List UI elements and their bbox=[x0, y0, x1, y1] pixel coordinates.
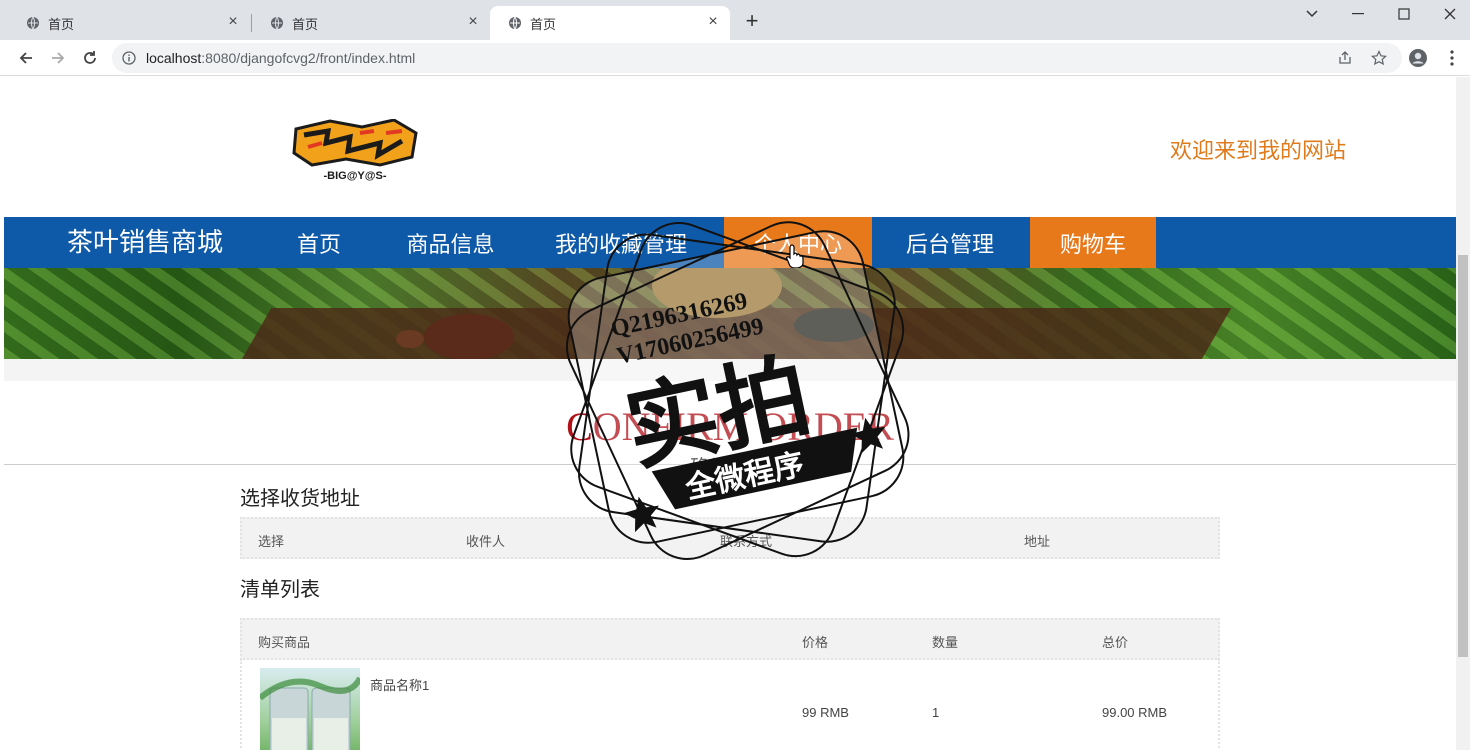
page-subtitle: 确认订单 bbox=[690, 457, 770, 479]
col-quantity: 数量 bbox=[932, 635, 959, 650]
product-price: 99 RMB bbox=[802, 705, 849, 720]
tea-banner-image bbox=[4, 268, 1456, 359]
nav-item-home[interactable]: 首页 bbox=[274, 217, 364, 268]
address-section-title: 选择收货地址 bbox=[240, 488, 360, 510]
order-table-header: 购买商品 价格 数量 总价 bbox=[240, 618, 1220, 660]
col-select: 选择 bbox=[258, 534, 285, 549]
back-icon[interactable] bbox=[14, 46, 38, 70]
col-price: 价格 bbox=[802, 635, 829, 650]
welcome-text: 欢迎来到我的网站 bbox=[1170, 138, 1347, 163]
hand-cursor-icon bbox=[786, 244, 804, 268]
menu-kebab-icon[interactable] bbox=[1440, 46, 1464, 70]
reload-icon[interactable] bbox=[78, 46, 102, 70]
product-name[interactable]: 商品名称1 bbox=[370, 675, 429, 694]
minimize-icon[interactable] bbox=[1335, 0, 1381, 28]
nav-item-cart[interactable]: 购物车 bbox=[1030, 217, 1156, 268]
browser-tab-1[interactable]: 首页 × bbox=[8, 6, 250, 40]
title-divider bbox=[4, 464, 1456, 465]
close-tab-icon[interactable]: × bbox=[226, 14, 240, 30]
product-total: 99.00 RMB bbox=[1102, 705, 1168, 720]
tab-search-icon[interactable] bbox=[1289, 0, 1335, 28]
nav-item-products[interactable]: 商品信息 bbox=[388, 217, 513, 268]
share-icon[interactable] bbox=[1338, 51, 1352, 65]
close-window-icon[interactable] bbox=[1427, 0, 1470, 28]
new-tab-icon[interactable]: + bbox=[742, 10, 762, 32]
teapot-shape bbox=[424, 314, 514, 359]
url-text: localhost:8080/djangofcvg2/front/index.h… bbox=[146, 50, 416, 66]
browser-tab-3[interactable]: 首页 × bbox=[490, 6, 730, 40]
page-content: -BIG@Y@S- 欢迎来到我的网站 茶叶销售商城 首页 商品信息 我的收藏管理… bbox=[4, 77, 1456, 750]
teacup-shape bbox=[396, 330, 424, 348]
banner-divider bbox=[4, 359, 1456, 381]
nav-item-favorites[interactable]: 我的收藏管理 bbox=[536, 217, 706, 268]
globe-icon bbox=[27, 16, 39, 30]
browser-toolbar: localhost:8080/djangofcvg2/front/index.h… bbox=[0, 40, 1470, 76]
close-tab-icon[interactable]: × bbox=[706, 14, 720, 30]
scrollbar-thumb[interactable] bbox=[1458, 255, 1468, 657]
col-total: 总价 bbox=[1102, 635, 1129, 650]
digimon-logo-image: -BIG@Y@S- bbox=[292, 118, 418, 182]
bookmark-star-icon[interactable] bbox=[1371, 50, 1387, 66]
col-product: 购买商品 bbox=[258, 635, 311, 650]
site-logo[interactable]: -BIG@Y@S- bbox=[290, 118, 420, 183]
order-section-title: 清单列表 bbox=[240, 579, 320, 601]
site-brand[interactable]: 茶叶销售商城 bbox=[67, 217, 223, 268]
address-table-header: 选择 收件人 联系方式 地址 bbox=[240, 517, 1220, 559]
page-scrollbar[interactable] bbox=[1456, 77, 1470, 750]
tea-can-image bbox=[260, 676, 360, 750]
product-image[interactable] bbox=[260, 668, 360, 750]
tab-title: 首页 bbox=[48, 16, 75, 32]
address-bar[interactable]: localhost:8080/djangofcvg2/front/index.h… bbox=[112, 43, 1402, 73]
tab-title: 首页 bbox=[292, 16, 319, 32]
forward-icon[interactable] bbox=[46, 46, 70, 70]
main-navbar: 茶叶销售商城 首页 商品信息 我的收藏管理 个人中心 后台管理 购物车 bbox=[4, 217, 1456, 268]
tab-title: 首页 bbox=[530, 16, 557, 32]
browser-tab-bar: 首页 × 首页 × 首页 × + bbox=[0, 0, 1470, 40]
close-tab-icon[interactable]: × bbox=[466, 14, 480, 30]
page-title: CONFIRM ORDER bbox=[566, 404, 894, 449]
globe-icon bbox=[271, 16, 283, 30]
svg-text:-BIG@Y@S-: -BIG@Y@S- bbox=[323, 170, 386, 182]
product-quantity: 1 bbox=[932, 705, 940, 720]
profile-avatar-icon[interactable] bbox=[1406, 46, 1430, 70]
tea-bowl-shape bbox=[794, 308, 874, 342]
globe-icon bbox=[509, 16, 521, 30]
col-recipient: 收件人 bbox=[466, 534, 506, 549]
table-row: 商品名称1 99 RMB 1 99.00 RMB bbox=[240, 659, 1220, 750]
info-icon[interactable] bbox=[122, 51, 136, 65]
browser-tab-2[interactable]: 首页 × bbox=[252, 6, 490, 40]
col-contact: 联系方式 bbox=[720, 534, 773, 549]
nav-item-admin[interactable]: 后台管理 bbox=[884, 217, 1016, 268]
col-address: 地址 bbox=[1024, 534, 1051, 549]
maximize-icon[interactable] bbox=[1381, 0, 1427, 28]
